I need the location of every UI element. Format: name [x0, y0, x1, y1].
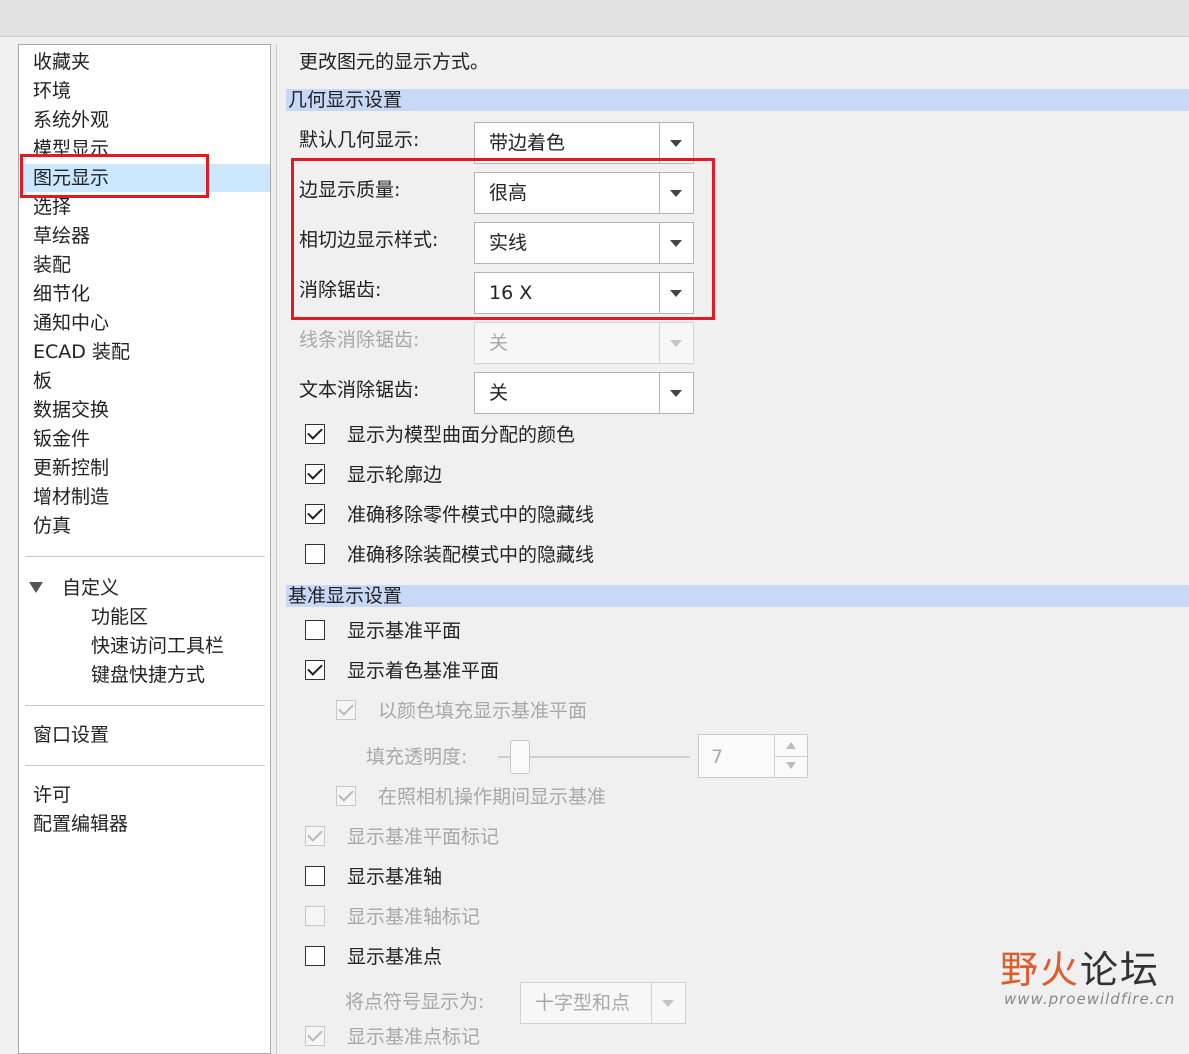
nav-item-keyboard-shortcuts[interactable]: 键盘快捷方式 — [91, 662, 205, 688]
dropdown-button — [651, 983, 685, 1023]
dropdown-button[interactable] — [659, 123, 693, 163]
checkbox[interactable] — [305, 946, 325, 966]
select-value: 关 — [489, 382, 509, 404]
checkbox — [305, 906, 325, 926]
line-antialiasing-select: 关 — [474, 322, 694, 364]
dropdown-button — [659, 323, 693, 363]
checkbox[interactable] — [305, 464, 325, 484]
nav-item-license[interactable]: 许可 — [33, 782, 71, 808]
watermark-red-text: 野火 — [1000, 948, 1081, 992]
nav-item-ribbon[interactable]: 功能区 — [91, 604, 148, 630]
section-header-datum: 基准显示设置 — [286, 585, 1189, 607]
page-description: 更改图元的显示方式。 — [299, 51, 490, 73]
nav-item-update-control[interactable]: 更新控制 — [33, 455, 109, 481]
checkmark-icon — [307, 660, 323, 676]
spinbox-divider — [775, 756, 807, 757]
checkbox[interactable] — [305, 424, 325, 444]
checkbox-label: 显示为模型曲面分配的颜色 — [347, 424, 576, 446]
text-antialiasing-label: 文本消除锯齿: — [299, 379, 420, 401]
checkbox-label: 准确移除零件模式中的隐藏线 — [347, 504, 595, 526]
checkmark-icon — [338, 700, 354, 716]
settings-panel: 更改图元的显示方式。 几何显示设置 默认几何显示: 带边着色 边显示质量: 很高… — [276, 44, 1189, 1054]
spinbox-buttons — [774, 735, 807, 777]
selected-item-annotation-box — [20, 154, 209, 198]
checkbox-label: 显示基准轴 — [347, 866, 443, 888]
checkbox[interactable] — [305, 866, 325, 886]
category-nav: 收藏夹 环境 系统外观 模型显示 图元显示 选择 草绘器 装配 细节化 通知中心… — [18, 44, 271, 1054]
nav-divider — [25, 765, 265, 766]
watermark-dark-text: 论坛 — [1080, 948, 1161, 992]
nav-group-customize[interactable]: 自定义 — [62, 575, 119, 601]
point-symbol-label: 将点符号显示为: — [345, 991, 485, 1013]
nav-item-data-exchange[interactable]: 数据交换 — [33, 397, 109, 423]
checkbox-label: 以颜色填充显示基准平面 — [378, 700, 588, 722]
checkbox[interactable] — [305, 544, 325, 564]
transparency-spinbox: 7 — [698, 734, 808, 778]
transparency-slider-thumb — [510, 740, 530, 774]
checkmark-icon — [307, 424, 323, 440]
dropdown-button[interactable] — [659, 373, 693, 413]
arrow-up-icon — [786, 742, 796, 749]
checkbox-label: 显示基准点标记 — [347, 1026, 481, 1048]
nav-item-system-appearance[interactable]: 系统外观 — [33, 107, 109, 133]
nav-divider — [25, 705, 265, 706]
checkbox-label: 显示基准平面 — [347, 620, 462, 642]
nav-item-sheetmetal[interactable]: 钣金件 — [33, 426, 90, 452]
select-value: 十字型和点 — [535, 992, 631, 1014]
checkmark-icon — [307, 826, 323, 842]
checkmark-icon — [338, 786, 354, 802]
checkmark-icon — [307, 1026, 323, 1042]
fill-transparency-label: 填充透明度: — [366, 746, 468, 768]
select-value: 关 — [489, 332, 509, 354]
nav-item-detailing[interactable]: 细节化 — [33, 281, 90, 307]
checkbox-label: 准确移除装配模式中的隐藏线 — [347, 544, 595, 566]
nav-item-additive-manufacturing[interactable]: 增材制造 — [33, 484, 109, 510]
chevron-down-icon — [670, 140, 682, 147]
checkbox[interactable] — [305, 504, 325, 524]
highlight-annotation-box — [291, 158, 715, 320]
forum-watermark-logo: 野火论坛 www.proewildfire.cn — [1000, 950, 1175, 1008]
checkbox-label: 显示基准平面标记 — [347, 826, 500, 848]
nav-item-favorites[interactable]: 收藏夹 — [33, 49, 90, 75]
checkbox — [305, 1026, 325, 1046]
chevron-down-icon — [670, 390, 682, 397]
checkmark-icon — [307, 464, 323, 480]
default-geometry-display-label: 默认几何显示: — [299, 129, 420, 151]
nav-divider — [25, 556, 265, 557]
checkbox — [305, 826, 325, 846]
checkbox — [336, 700, 356, 720]
checkbox — [336, 786, 356, 806]
checkbox[interactable] — [305, 660, 325, 680]
section-header-geometry: 几何显示设置 — [286, 89, 1189, 111]
window-top-bar — [0, 0, 1189, 37]
arrow-down-icon — [786, 762, 796, 769]
nav-item-ecad-assembly[interactable]: ECAD 装配 — [33, 339, 130, 365]
checkbox[interactable] — [305, 620, 325, 640]
checkbox-label: 在照相机操作期间显示基准 — [378, 786, 607, 808]
select-value: 带边着色 — [489, 132, 566, 154]
nav-item-board[interactable]: 板 — [33, 368, 52, 394]
checkbox-label: 显示基准点 — [347, 946, 443, 968]
nav-item-config-editor[interactable]: 配置编辑器 — [33, 811, 128, 837]
chevron-down-icon — [670, 340, 682, 347]
watermark-url: www.proewildfire.cn — [1004, 990, 1176, 1008]
line-antialiasing-label: 线条消除锯齿: — [299, 329, 420, 351]
nav-item-assembly[interactable]: 装配 — [33, 252, 71, 278]
nav-item-environment[interactable]: 环境 — [33, 78, 71, 104]
checkbox-label: 显示轮廓边 — [347, 464, 443, 486]
chevron-down-icon — [662, 1000, 674, 1007]
watermark-text: 野火论坛 — [1000, 950, 1175, 990]
nav-item-notification-center[interactable]: 通知中心 — [33, 310, 109, 336]
checkbox-label: 显示着色基准平面 — [347, 660, 500, 682]
text-antialiasing-select[interactable]: 关 — [474, 372, 694, 414]
nav-item-window-settings[interactable]: 窗口设置 — [33, 722, 109, 748]
point-symbol-select: 十字型和点 — [520, 982, 686, 1024]
checkbox-label: 显示基准轴标记 — [347, 906, 481, 928]
collapse-triangle-icon[interactable] — [29, 582, 43, 593]
nav-item-simulation[interactable]: 仿真 — [33, 513, 71, 539]
nav-item-quick-access-toolbar[interactable]: 快速访问工具栏 — [91, 633, 224, 659]
nav-item-sketcher[interactable]: 草绘器 — [33, 223, 90, 249]
spinbox-value: 7 — [711, 746, 724, 768]
checkmark-icon — [307, 504, 323, 520]
